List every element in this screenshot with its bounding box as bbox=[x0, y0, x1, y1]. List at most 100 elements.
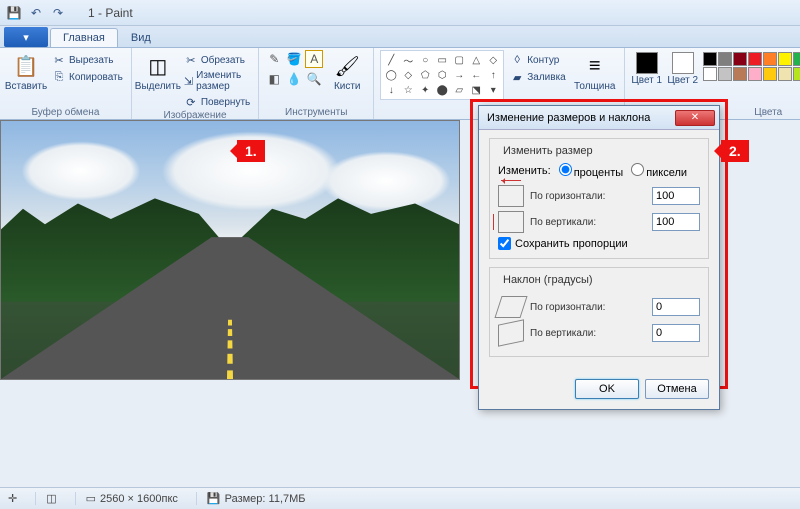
thickness-button[interactable]: ≡ Толщина bbox=[572, 50, 618, 92]
clipboard-icon: 📋 bbox=[12, 52, 40, 80]
scissors-icon: ✂ bbox=[52, 53, 66, 67]
crop-button[interactable]: ✂Обрезать bbox=[182, 52, 252, 68]
paste-button[interactable]: 📋 Вставить bbox=[6, 50, 46, 92]
skew-v-input[interactable] bbox=[652, 324, 700, 342]
outline-button[interactable]: ◊Контур bbox=[508, 52, 568, 68]
dimensions-icon: ▭ bbox=[86, 492, 96, 505]
color-swatch[interactable] bbox=[748, 67, 762, 81]
ok-button[interactable]: OK bbox=[575, 379, 639, 399]
resize-dialog: Изменение размеров и наклона ✕ Изменить … bbox=[478, 105, 720, 410]
resize-icon: ⇲ bbox=[184, 74, 193, 88]
file-size: 💾Размер: 11,7МБ bbox=[196, 492, 306, 505]
color-swatch[interactable] bbox=[778, 67, 792, 81]
color2-button[interactable]: Цвет 2 bbox=[667, 50, 699, 86]
copy-button[interactable]: ⎘Копировать bbox=[50, 69, 125, 85]
rotate-button[interactable]: ⟳Повернуть bbox=[182, 94, 252, 110]
resize-button[interactable]: ⇲Изменить размер bbox=[182, 69, 252, 93]
picker-icon[interactable]: 💧 bbox=[285, 70, 303, 88]
select-button[interactable]: ◫ Выделить bbox=[138, 50, 178, 92]
color-swatch[interactable] bbox=[793, 67, 800, 81]
vertical-label: По вертикали: bbox=[530, 217, 646, 228]
group-clipboard: 📋 Вставить ✂Вырезать ⎘Копировать Буфер о… bbox=[0, 48, 132, 119]
horizontal-icon bbox=[498, 185, 524, 207]
cut-button[interactable]: ✂Вырезать bbox=[50, 52, 125, 68]
fill-button[interactable]: ▰Заливка bbox=[508, 69, 568, 85]
pencil-icon[interactable]: ✎ bbox=[265, 50, 283, 68]
disk-icon: 💾 bbox=[207, 492, 221, 505]
color-swatch[interactable] bbox=[733, 52, 747, 66]
crosshair-icon: ✛ bbox=[8, 492, 17, 505]
keep-ratio-checkbox[interactable] bbox=[498, 237, 511, 250]
file-menu-button[interactable]: ▾ bbox=[4, 27, 48, 47]
rotate-icon: ⟳ bbox=[184, 95, 198, 109]
callout-2: 2. bbox=[721, 140, 749, 162]
outline-icon: ◊ bbox=[510, 53, 524, 67]
dialog-title: Изменение размеров и наклона bbox=[487, 112, 650, 124]
color-swatch[interactable] bbox=[718, 52, 732, 66]
bucket-icon[interactable]: 🪣 bbox=[285, 50, 303, 68]
skew-fieldset: Наклон (градусы) По горизонтали: По верт… bbox=[489, 267, 709, 357]
shapes-gallery[interactable]: ╱〜○▭▢△◇ ◯◇⬠⬡→←↑ ↓☆✦⬤▱⬔▾ bbox=[380, 50, 504, 100]
selection-size: ◫ bbox=[35, 492, 56, 505]
window-title: 1 - Paint bbox=[88, 6, 133, 20]
skew-legend: Наклон (градусы) bbox=[500, 274, 596, 286]
color-swatch[interactable] bbox=[748, 52, 762, 66]
vertical-icon bbox=[498, 211, 524, 233]
skew-v-label: По вертикали: bbox=[530, 328, 646, 339]
title-bar: 💾 ↶ ↷ 1 - Paint bbox=[0, 0, 800, 26]
horizontal-input[interactable] bbox=[652, 187, 700, 205]
crop-icon: ✂ bbox=[184, 53, 198, 67]
tab-view[interactable]: Вид bbox=[118, 28, 164, 47]
cancel-button[interactable]: Отмена bbox=[645, 379, 709, 399]
color1-button[interactable]: Цвет 1 bbox=[631, 50, 663, 86]
color-swatch[interactable] bbox=[703, 52, 717, 66]
color-swatch[interactable] bbox=[733, 67, 747, 81]
callout-1: 1. bbox=[237, 140, 265, 162]
save-icon[interactable]: 💾 bbox=[4, 3, 24, 23]
color-swatch[interactable] bbox=[718, 67, 732, 81]
tab-main[interactable]: Главная bbox=[50, 28, 118, 47]
vertical-input[interactable] bbox=[652, 213, 700, 231]
color2-swatch bbox=[672, 52, 694, 74]
status-bar: ✛ ◫ ▭2560 × 1600пкс 💾Размер: 11,7МБ bbox=[0, 487, 800, 509]
tools-grid: ✎ 🪣 A ◧ 💧 🔍 bbox=[265, 50, 323, 88]
percent-radio[interactable]: проценты bbox=[559, 163, 624, 179]
skew-h-input[interactable] bbox=[652, 298, 700, 316]
fill-icon: ▰ bbox=[510, 70, 524, 84]
color-palette[interactable] bbox=[703, 50, 800, 81]
selection-icon: ◫ bbox=[46, 492, 56, 505]
change-label: Изменить: bbox=[498, 165, 551, 177]
quick-access-toolbar: 💾 ↶ ↷ bbox=[4, 3, 68, 23]
undo-icon[interactable]: ↶ bbox=[26, 3, 46, 23]
color-swatch[interactable] bbox=[763, 67, 777, 81]
close-icon: ✕ bbox=[691, 112, 699, 123]
skew-v-icon bbox=[498, 319, 524, 347]
cursor-position: ✛ bbox=[8, 492, 17, 505]
group-label: Буфер обмена bbox=[6, 107, 125, 119]
brush-icon: 🖌 bbox=[333, 52, 361, 80]
text-icon[interactable]: A bbox=[305, 50, 323, 68]
skew-h-icon bbox=[494, 296, 527, 318]
group-label: Инструменты bbox=[265, 107, 367, 119]
skew-h-label: По горизонтали: bbox=[530, 302, 646, 313]
horizontal-label: По горизонтали: bbox=[530, 191, 646, 202]
select-icon: ◫ bbox=[144, 52, 172, 80]
copy-icon: ⎘ bbox=[52, 70, 66, 84]
color-swatch[interactable] bbox=[778, 52, 792, 66]
close-button[interactable]: ✕ bbox=[675, 110, 715, 126]
ribbon-tabs: Главная Вид bbox=[0, 26, 800, 48]
color1-swatch bbox=[636, 52, 658, 74]
eraser-icon[interactable]: ◧ bbox=[265, 70, 283, 88]
thickness-icon: ≡ bbox=[581, 52, 609, 80]
resize-legend: Изменить размер bbox=[500, 145, 596, 157]
brushes-button[interactable]: 🖌 Кисти bbox=[327, 50, 367, 92]
group-tools: ✎ 🪣 A ◧ 💧 🔍 🖌 Кисти Инструменты bbox=[259, 48, 374, 119]
redo-icon[interactable]: ↷ bbox=[48, 3, 68, 23]
color-swatch[interactable] bbox=[763, 52, 777, 66]
color-swatch[interactable] bbox=[703, 67, 717, 81]
zoom-icon[interactable]: 🔍 bbox=[305, 70, 323, 88]
pixels-radio[interactable]: пиксели bbox=[631, 163, 687, 179]
color-swatch[interactable] bbox=[793, 52, 800, 66]
dialog-titlebar[interactable]: Изменение размеров и наклона ✕ bbox=[479, 106, 719, 130]
keep-ratio-label: Сохранить пропорции bbox=[515, 238, 628, 250]
